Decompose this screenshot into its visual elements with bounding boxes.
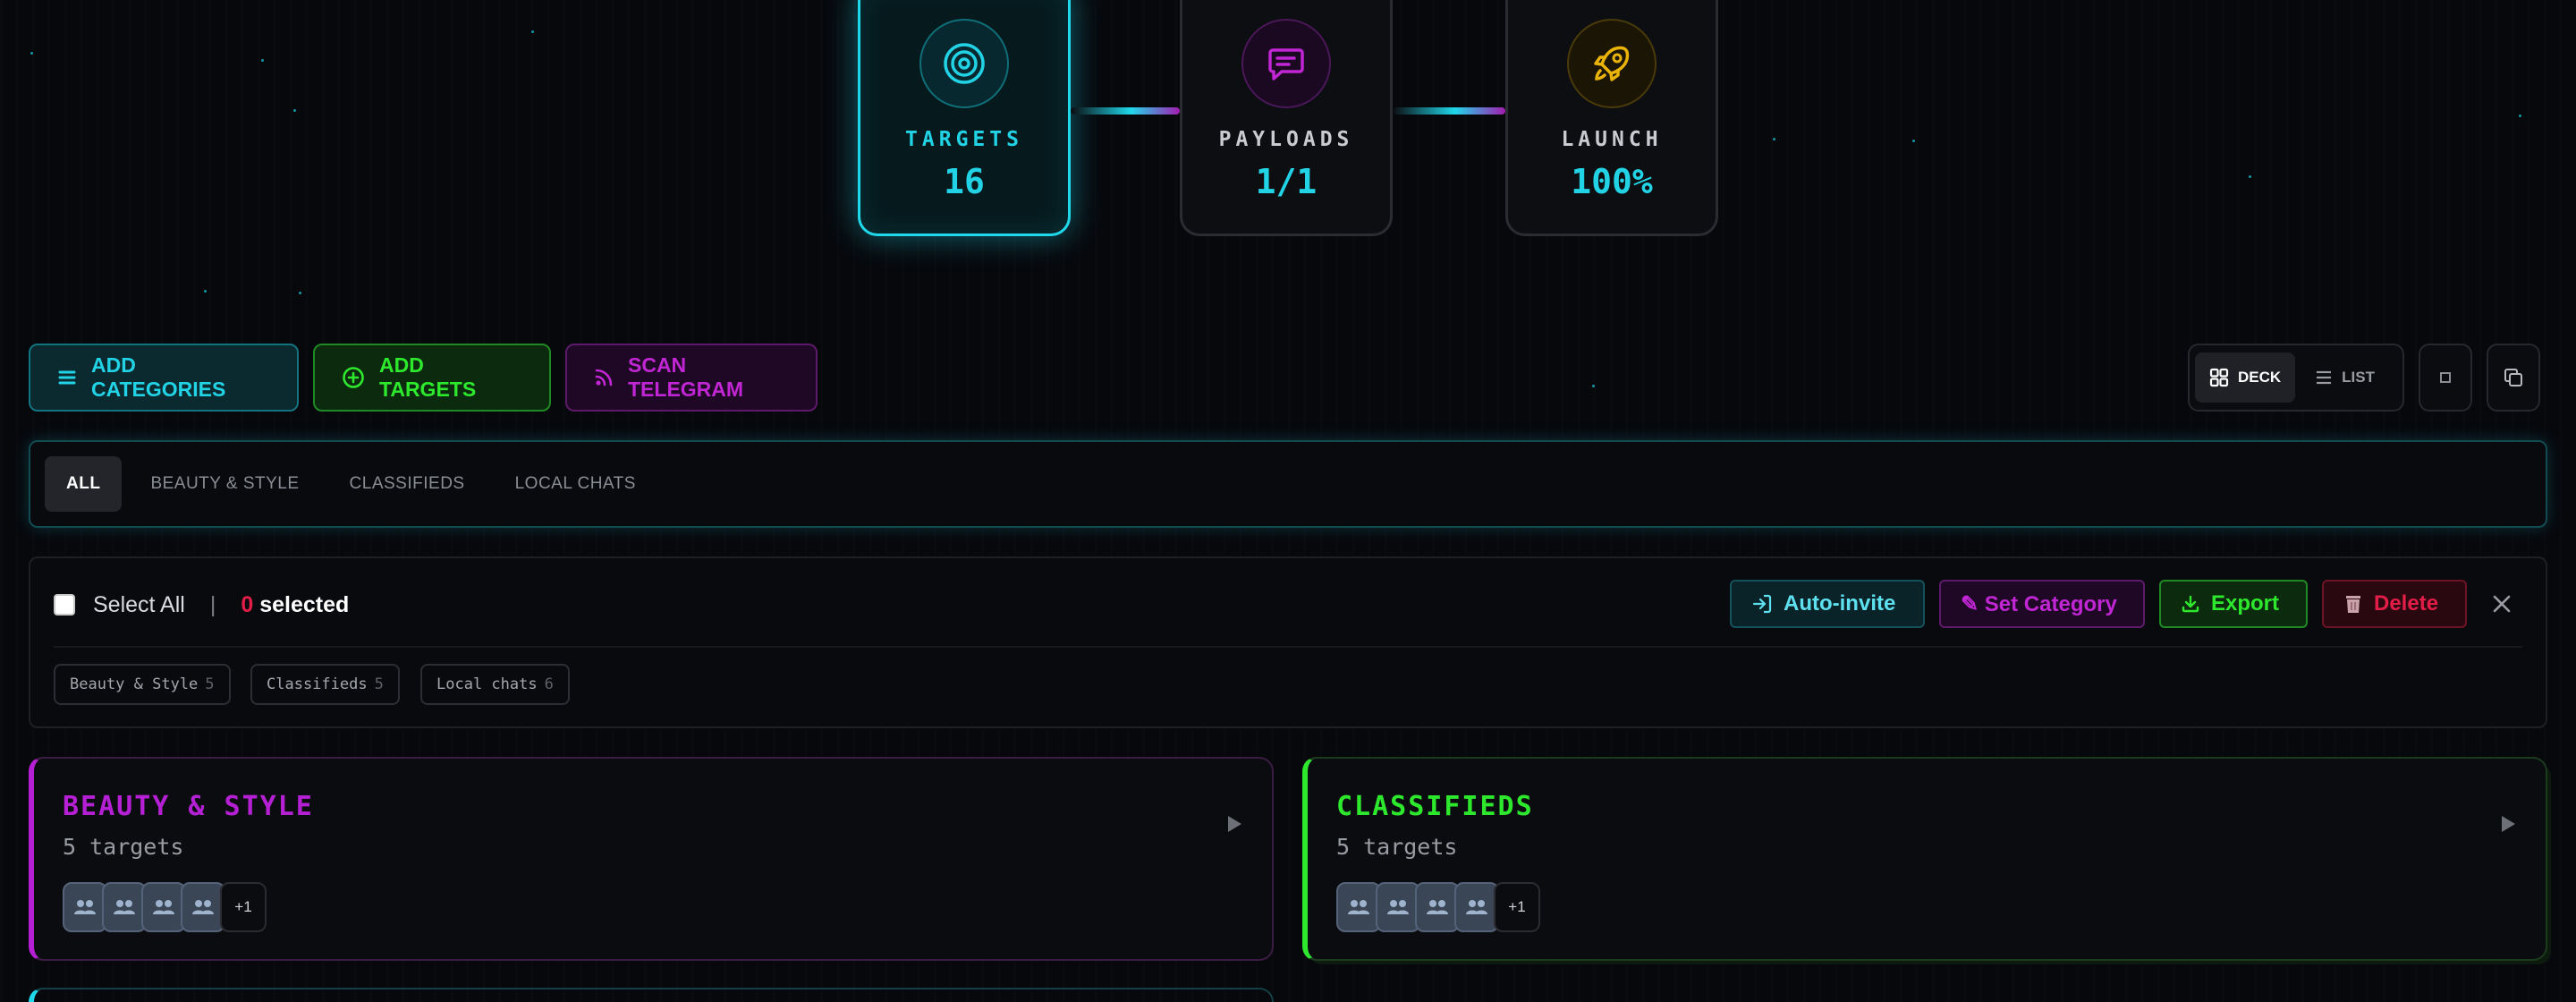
filter-tab-all[interactable]: ALL <box>45 456 123 512</box>
rocket-icon <box>1567 19 1657 108</box>
selection-panel: Select All | 0 selected Auto-invite ✎ Se… <box>29 556 2547 728</box>
pipeline-connector <box>1071 107 1180 115</box>
pipeline-connector <box>1393 107 1505 115</box>
stage-label: PAYLOADS <box>1218 128 1354 151</box>
group-icon <box>74 900 96 914</box>
more-avatars-badge: +1 <box>1494 882 1540 932</box>
chip-count: 5 <box>205 675 215 693</box>
group-icon <box>1427 900 1448 914</box>
set-category-label: ✎ Set Category <box>1961 591 2117 616</box>
selected-count-number: 0 <box>241 591 254 617</box>
add-targets-label: ADD TARGETS <box>379 353 477 401</box>
select-all-checkbox[interactable] <box>54 594 75 616</box>
plus-circle-icon <box>343 367 364 388</box>
more-avatars-badge: +1 <box>220 882 267 932</box>
stage-label: TARGETS <box>905 128 1023 151</box>
chip-name: Local chats <box>436 675 538 693</box>
view-deck-button[interactable]: DECK <box>2195 352 2296 403</box>
view-deck-label: DECK <box>2238 369 2282 386</box>
scan-telegram-button[interactable]: SCAN TELEGRAM <box>565 344 818 412</box>
category-target-count: 5 targets <box>1336 834 1458 860</box>
play-icon[interactable] <box>1225 814 1243 837</box>
grid-icon <box>2209 368 2229 387</box>
close-icon[interactable] <box>2490 592 2513 616</box>
broadcast-icon <box>595 369 613 386</box>
export-label: Export <box>2211 591 2280 616</box>
group-icon <box>114 900 135 914</box>
filter-tab-beauty-style[interactable]: BEAUTY & STYLE <box>129 456 320 512</box>
category-card-partial[interactable] <box>29 988 1274 1002</box>
fullscreen-button[interactable] <box>2419 344 2472 412</box>
category-chip[interactable]: Local chats 6 <box>420 664 570 705</box>
group-icon <box>192 900 214 914</box>
pipeline-stage-targets[interactable]: TARGETS 16 <box>858 0 1071 236</box>
view-list-button[interactable]: LIST <box>2301 352 2389 403</box>
selected-count-word: selected <box>259 591 350 617</box>
view-mode-switch: DECK LIST <box>2188 344 2404 412</box>
avatar <box>181 882 225 932</box>
menu-icon <box>58 370 76 385</box>
avatar <box>1336 882 1381 932</box>
list-icon <box>2317 370 2332 385</box>
category-filter-bar: ALL BEAUTY & STYLE CLASSIFIEDS LOCAL CHA… <box>29 440 2547 528</box>
scan-telegram-label: SCAN TELEGRAM <box>628 353 744 401</box>
group-icon <box>1466 900 1487 914</box>
filter-tab-local-chats[interactable]: LOCAL CHATS <box>494 456 657 512</box>
chip-count: 6 <box>544 675 554 693</box>
stage-value: 100% <box>1571 162 1653 201</box>
group-icon <box>1387 900 1409 914</box>
category-card-beauty-style[interactable]: BEAUTY & STYLE 5 targets +1 <box>29 757 1274 961</box>
pipeline-stage-payloads[interactable]: PAYLOADS 1/1 <box>1180 0 1393 236</box>
stage-value: 16 <box>944 162 985 201</box>
download-icon <box>2182 595 2199 613</box>
export-button[interactable]: Export <box>2159 580 2308 628</box>
target-avatar-stack: +1 <box>1336 882 1540 932</box>
square-icon <box>2440 372 2451 383</box>
pipeline-stage-launch[interactable]: LAUNCH 100% <box>1505 0 1718 236</box>
auto-invite-button[interactable]: Auto-invite <box>1730 580 1925 628</box>
category-card-classifieds[interactable]: CLASSIFIEDS 5 targets +1 <box>1302 757 2547 961</box>
avatar <box>1415 882 1460 932</box>
trash-icon <box>2346 596 2360 613</box>
add-categories-button[interactable]: ADD CATEGORIES <box>29 344 299 412</box>
avatar <box>1454 882 1499 932</box>
panel-divider <box>54 646 2522 648</box>
set-category-button[interactable]: ✎ Set Category <box>1939 580 2145 628</box>
target-avatar-stack: +1 <box>63 882 267 932</box>
chip-name: Beauty & Style <box>70 675 199 693</box>
group-icon <box>1348 900 1369 914</box>
filter-tab-classifieds[interactable]: CLASSIFIEDS <box>328 456 487 512</box>
category-title: BEAUTY & STYLE <box>63 791 314 822</box>
separator: | <box>209 591 216 617</box>
delete-label: Delete <box>2374 591 2439 616</box>
selected-count: 0 selected <box>241 592 349 618</box>
category-chip[interactable]: Beauty & Style 5 <box>54 664 231 705</box>
add-categories-label: ADD CATEGORIES <box>91 353 226 401</box>
avatar <box>1376 882 1420 932</box>
category-chip[interactable]: Classifieds 5 <box>250 664 400 705</box>
message-icon <box>1241 19 1331 108</box>
avatar <box>102 882 147 932</box>
category-target-count: 5 targets <box>63 834 184 860</box>
category-title: CLASSIFIEDS <box>1336 791 1534 822</box>
select-all-label[interactable]: Select All <box>93 592 185 618</box>
chip-name: Classifieds <box>267 675 368 693</box>
chip-count: 5 <box>374 675 384 693</box>
delete-button[interactable]: Delete <box>2322 580 2467 628</box>
stage-value: 1/1 <box>1255 162 1318 201</box>
auto-invite-label: Auto-invite <box>1784 591 1896 616</box>
group-icon <box>153 900 174 914</box>
avatar <box>141 882 186 932</box>
add-targets-button[interactable]: ADD TARGETS <box>313 344 551 412</box>
target-icon <box>919 19 1009 108</box>
view-list-label: LIST <box>2342 369 2376 386</box>
copy-icon <box>2504 369 2522 386</box>
play-icon[interactable] <box>2499 814 2517 837</box>
avatar <box>63 882 107 932</box>
stage-label: LAUNCH <box>1561 128 1663 151</box>
login-icon <box>1752 594 1772 614</box>
copy-button[interactable] <box>2487 344 2540 412</box>
